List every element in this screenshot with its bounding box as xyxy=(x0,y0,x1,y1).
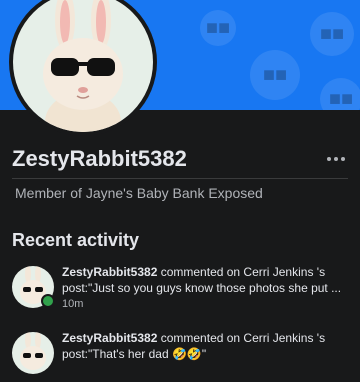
activity-user[interactable]: ZestyRabbit5382 xyxy=(62,265,157,279)
activity-post-excerpt: post:"Just so you guys know those photos… xyxy=(62,281,342,295)
rabbit-sunglasses-avatar-image xyxy=(13,0,153,132)
member-prefix: Member of xyxy=(15,185,82,201)
profile-avatar[interactable] xyxy=(9,0,157,136)
activity-text: ZestyRabbit5382 commented on Cerri Jenki… xyxy=(62,264,352,296)
activity-action: commented on Cerri Jenkins 's xyxy=(160,331,326,345)
cover-pattern-sunglasses-icon: ■■ xyxy=(200,10,236,46)
activity-time: 10m xyxy=(62,298,84,310)
group-membership: Member of Jayne's Baby Bank Exposed xyxy=(15,185,263,201)
more-horizontal-icon xyxy=(334,157,338,161)
more-horizontal-icon xyxy=(341,157,345,161)
activity-action: commented on Cerri Jenkins 's xyxy=(160,265,326,279)
recent-activity-title: Recent activity xyxy=(12,230,140,250)
cover-pattern-sunglasses-icon: ■■ xyxy=(310,12,354,56)
online-status-icon xyxy=(41,294,55,308)
activity-user[interactable]: ZestyRabbit5382 xyxy=(62,331,157,345)
activity-text: ZestyRabbit5382 commented on Cerri Jenki… xyxy=(62,330,352,362)
activity-item[interactable]: ZestyRabbit5382 commented on Cerri Jenki… xyxy=(12,330,352,382)
divider xyxy=(12,178,348,179)
more-horizontal-icon xyxy=(327,157,331,161)
avatar xyxy=(12,332,54,374)
group-name-link[interactable]: Jayne's Baby Bank Exposed xyxy=(86,185,263,201)
activity-item[interactable]: ZestyRabbit5382 commented on Cerri Jenki… xyxy=(12,264,352,316)
cover-pattern-sunglasses-icon: ■■ xyxy=(320,78,360,110)
more-options-button[interactable] xyxy=(322,150,350,168)
cover-pattern-sunglasses-icon: ■■ xyxy=(250,50,300,100)
profile-username: ZestyRabbit5382 xyxy=(12,146,187,171)
